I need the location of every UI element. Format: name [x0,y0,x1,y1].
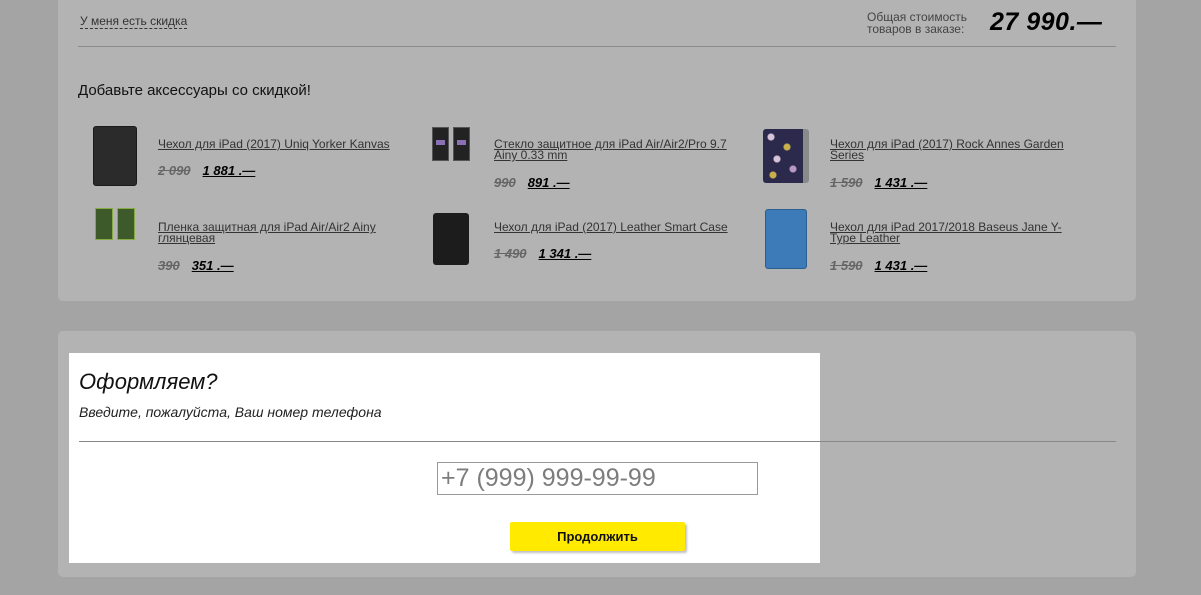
accessory-name[interactable]: Пленка защитная для iPad Air/Air2 Ainy г… [158,221,403,244]
checkout-subtitle: Введите, пожалуйста, Ваш номер телефона [79,404,382,420]
new-price: 1 341 .— [538,246,592,261]
new-price: 891 .— [527,175,570,190]
old-price: 990 [494,175,516,190]
accessory-item[interactable]: Чехол для iPad 2017/2018 Baseus Jane Y-T… [763,208,1083,273]
accessory-prices: 990 891 .— [494,175,570,190]
accessory-item[interactable]: Пленка защитная для iPad Air/Air2 Ainy г… [92,208,412,273]
accessories-title: Добавьте аксессуары со скидкой! [78,82,311,99]
divider [78,46,1116,47]
accessory-name[interactable]: Чехол для iPad (2017) Rock Annes Garden … [830,138,1075,161]
old-price: 1 590 [830,258,863,273]
accessory-prices: 1 590 1 431 .— [830,175,927,190]
old-price: 2 090 [158,163,191,178]
accessory-prices: 390 351 .— [158,258,234,273]
total-label: Общая стоимость товаров в заказе: [867,11,967,35]
blue-case-icon[interactable] [763,208,809,270]
accessory-prices: 2 090 1 881 .— [158,163,255,178]
accessory-prices: 1 590 1 431 .— [830,258,927,273]
accessory-item[interactable]: Чехол для iPad (2017) Leather Smart Case… [428,208,748,270]
accessory-prices: 1 490 1 341 .— [494,246,591,261]
continue-button[interactable]: Продолжить [510,522,685,551]
glass-protector-icon[interactable] [428,125,474,187]
accessory-name[interactable]: Чехол для iPad 2017/2018 Baseus Jane Y-T… [830,221,1075,244]
floral-case-icon[interactable] [763,125,809,187]
accessory-name[interactable]: Стекло защитное для iPad Air/Air2/Pro 9.… [494,138,739,161]
old-price: 1 490 [494,246,527,261]
dark-case-icon[interactable] [92,125,138,187]
divider [79,441,1116,442]
new-price: 1 881 .— [202,163,256,178]
film-protector-icon[interactable] [92,208,138,270]
accessory-item[interactable]: Чехол для iPad (2017) Rock Annes Garden … [763,125,1083,190]
accessory-item[interactable]: Стекло защитное для iPad Air/Air2/Pro 9.… [428,125,748,190]
new-price: 1 431 .— [874,175,928,190]
total-label-line2: товаров в заказе: [867,22,965,36]
old-price: 1 590 [830,175,863,190]
new-price: 351 .— [191,258,234,273]
total-value: 27 990.— [990,8,1103,36]
accessory-name[interactable]: Чехол для iPad (2017) Leather Smart Case [494,221,739,233]
accessory-name[interactable]: Чехол для iPad (2017) Uniq Yorker Kanvas [158,138,403,150]
discount-link[interactable]: У меня есть скидка [80,15,188,29]
black-case-icon[interactable] [428,208,474,270]
accessory-item[interactable]: Чехол для iPad (2017) Uniq Yorker Kanvas… [92,125,412,187]
old-price: 390 [158,258,180,273]
new-price: 1 431 .— [874,258,928,273]
phone-input[interactable] [437,462,758,495]
checkout-title: Оформляем? [79,369,218,394]
